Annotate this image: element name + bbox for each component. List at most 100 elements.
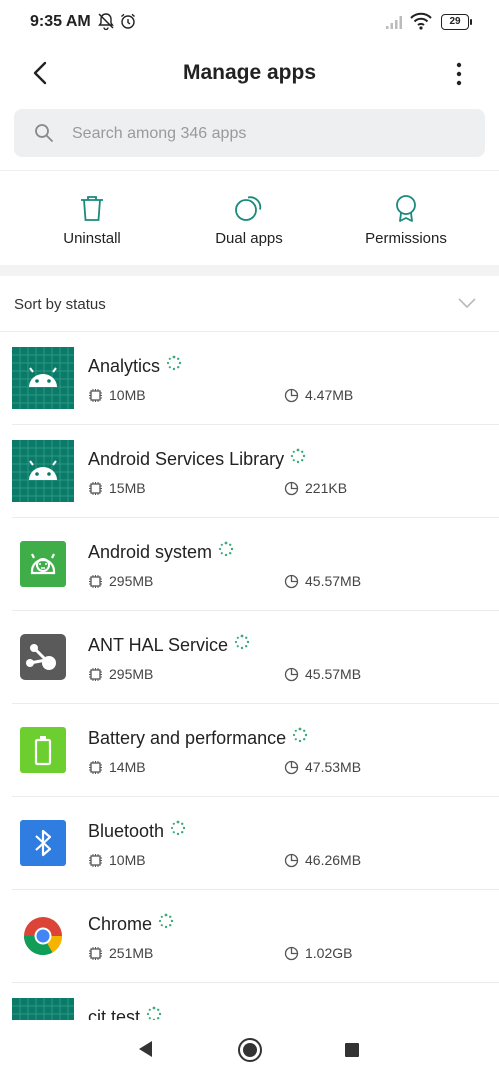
app-name: Battery and performance	[88, 727, 308, 750]
app-size: 10MB	[88, 852, 146, 869]
app-size-value: 295MB	[109, 573, 154, 589]
app-size: 15MB	[88, 480, 146, 497]
sort-label: Sort by status	[14, 296, 106, 313]
app-size-value: 10MB	[109, 387, 146, 403]
app-size-value: 15MB	[109, 480, 146, 496]
nav-back-icon[interactable]	[135, 1038, 155, 1065]
pie-clock-icon	[284, 760, 299, 774]
loading-spinner-icon	[290, 448, 306, 469]
app-name-text: Android system	[88, 542, 213, 562]
data-size-value: 45.57MB	[305, 573, 362, 589]
app-row-android-services-library[interactable]: Android Services Library 15MB 221KB	[0, 425, 499, 518]
data-size-value: 4.47MB	[305, 387, 354, 403]
nav-home-icon[interactable]	[237, 1037, 263, 1068]
data-size: 45.57MB	[284, 666, 361, 683]
app-row-battery-and-performance[interactable]: Battery and performance 14MB 47.53MB	[0, 704, 499, 797]
muted-bell-icon	[97, 12, 115, 35]
data-size-value: 47.53MB	[305, 759, 362, 775]
data-size-value: 46.26MB	[305, 852, 362, 868]
dual-circles-icon	[234, 193, 264, 223]
alarm-icon	[119, 12, 137, 35]
dual-apps-label: Dual apps	[215, 230, 283, 247]
status-time: 9:35 AM	[30, 13, 91, 30]
chip-icon	[89, 946, 102, 960]
android-grid-icon	[12, 440, 74, 502]
uninstall-button[interactable]: Uninstall	[22, 171, 162, 266]
pie-clock-icon	[284, 667, 299, 681]
nav-recents-icon[interactable]	[343, 1041, 361, 1064]
loading-spinner-icon	[292, 727, 308, 748]
loading-spinner-icon	[234, 634, 250, 655]
search-icon	[34, 123, 54, 148]
app-size: 10MB	[88, 387, 146, 404]
chip-icon	[89, 388, 102, 402]
chevron-down-icon	[457, 296, 477, 315]
app-name-text: Chrome	[88, 914, 153, 934]
app-size-value: 10MB	[109, 852, 146, 868]
data-size: 46.26MB	[284, 852, 361, 869]
section-divider	[0, 265, 499, 276]
app-size: 295MB	[88, 666, 153, 683]
app-name: Analytics	[88, 355, 182, 378]
app-name-text: Bluetooth	[88, 821, 165, 841]
sort-dropdown[interactable]: Sort by status	[0, 276, 499, 332]
app-row-analytics[interactable]: Analytics 10MB 4.47MB	[0, 332, 499, 425]
android-system-icon	[12, 533, 74, 595]
app-name-text: Android Services Library	[88, 449, 285, 469]
ant-hal-icon	[12, 626, 74, 688]
pie-clock-icon	[284, 946, 299, 960]
app-name: Android Services Library	[88, 448, 306, 471]
signal-icon	[385, 14, 405, 35]
search-input[interactable]	[70, 109, 474, 159]
ribbon-icon	[391, 193, 421, 223]
data-size: 1.02GB	[284, 945, 352, 962]
pie-clock-icon	[284, 481, 299, 495]
permissions-label: Permissions	[365, 230, 447, 247]
app-row-bluetooth[interactable]: Bluetooth 10MB 46.26MB	[0, 797, 499, 890]
app-row-chrome[interactable]: Chrome 251MB 1.02GB	[0, 890, 499, 983]
app-name: Bluetooth	[88, 820, 186, 843]
app-name-text: ANT HAL Service	[88, 635, 229, 655]
loading-spinner-icon	[158, 913, 174, 934]
app-name: Chrome	[88, 913, 174, 936]
app-size-value: 251MB	[109, 945, 154, 961]
chrome-icon	[12, 905, 74, 967]
app-size: 14MB	[88, 759, 146, 776]
data-size: 45.57MB	[284, 573, 361, 590]
data-size: 221KB	[284, 480, 347, 497]
dual-apps-button[interactable]: Dual apps	[179, 171, 319, 266]
uninstall-label: Uninstall	[63, 230, 121, 247]
page-title: Manage apps	[182, 61, 317, 84]
search-bar[interactable]	[14, 109, 485, 159]
pie-clock-icon	[284, 388, 299, 402]
trash-icon	[77, 193, 107, 223]
app-name-text: Battery and performance	[88, 728, 287, 748]
app-size: 251MB	[88, 945, 153, 962]
chip-icon	[89, 574, 102, 588]
data-size-value: 221KB	[305, 480, 348, 496]
data-size: 47.53MB	[284, 759, 361, 776]
loading-spinner-icon	[218, 541, 234, 562]
app-bar: Manage apps	[0, 44, 499, 102]
app-name-text: Analytics	[88, 356, 161, 376]
status-bar: 9:35 AM 29	[0, 0, 499, 44]
pie-clock-icon	[284, 853, 299, 867]
android-grid-icon	[12, 347, 74, 409]
data-size: 4.47MB	[284, 387, 353, 404]
chip-icon	[89, 667, 102, 681]
data-size-value: 45.57MB	[305, 666, 362, 682]
chip-icon	[89, 760, 102, 774]
bluetooth-icon	[12, 812, 74, 874]
app-size-value: 295MB	[109, 666, 154, 682]
app-row-android-system[interactable]: Android system 295MB 45.57MB	[0, 518, 499, 611]
chip-icon	[89, 481, 102, 495]
battery-icon: 29	[441, 14, 472, 30]
wifi-icon	[410, 12, 432, 35]
permissions-button[interactable]: Permissions	[336, 171, 476, 266]
more-vertical-icon[interactable]	[449, 60, 469, 88]
pie-clock-icon	[284, 574, 299, 588]
app-name: ANT HAL Service	[88, 634, 250, 657]
app-row-ant-hal-service[interactable]: ANT HAL Service 295MB 45.57MB	[0, 611, 499, 704]
battery-level: 29	[449, 16, 461, 27]
system-nav-bar	[0, 1020, 499, 1080]
